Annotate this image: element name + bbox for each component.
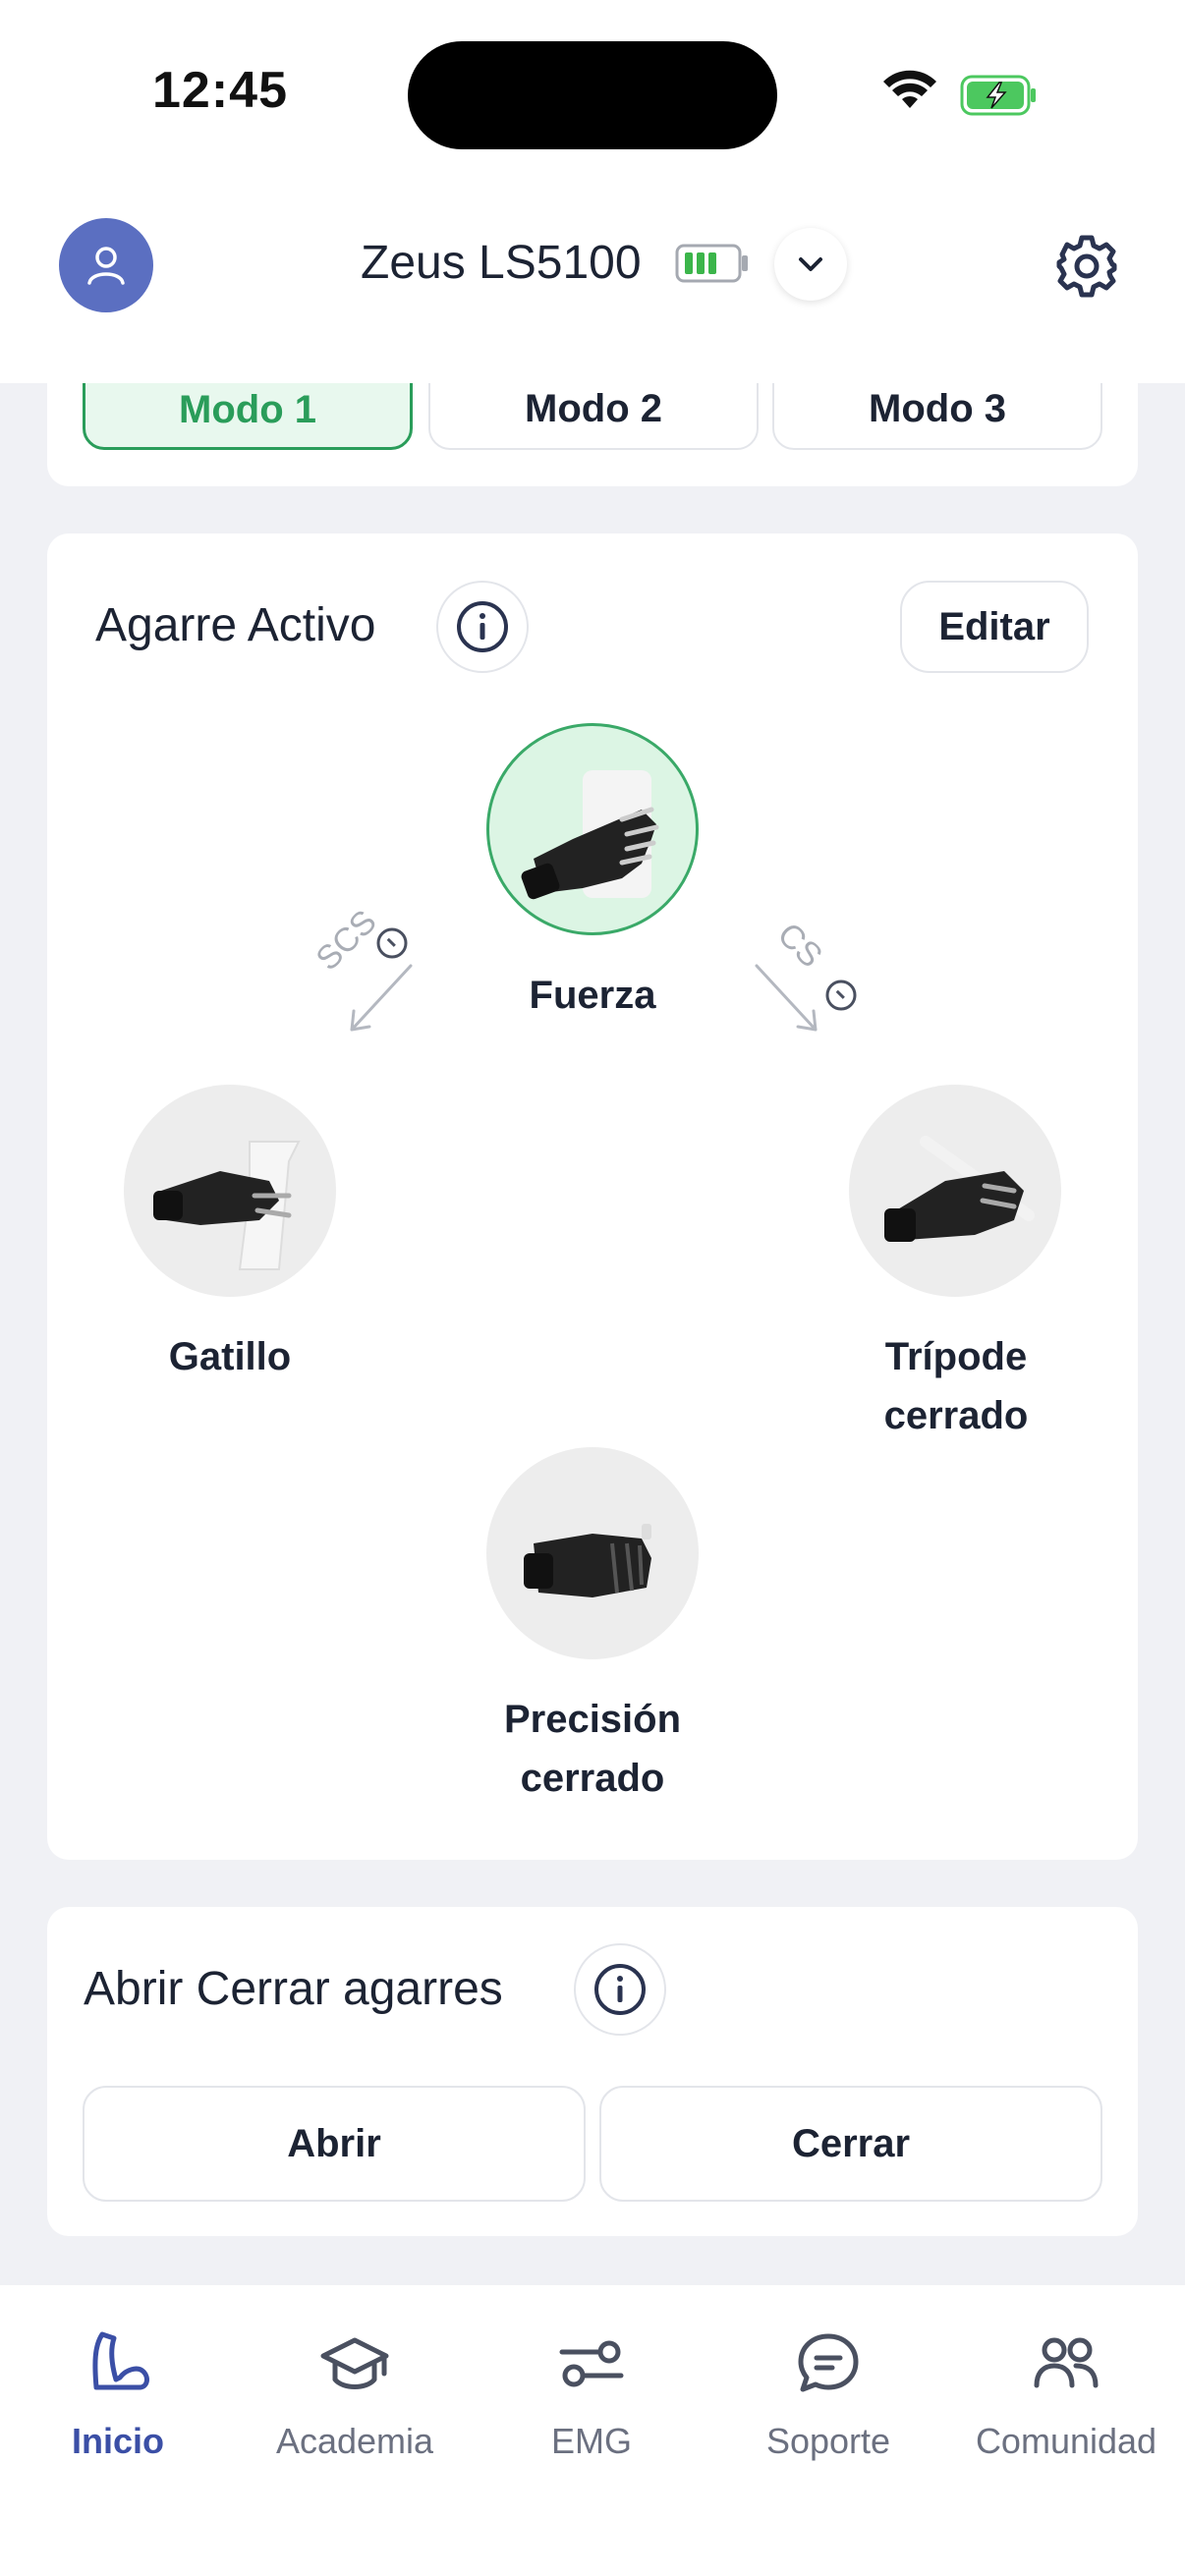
chevron-down-icon	[799, 257, 822, 271]
nav-item-soporte[interactable]: Soporte	[710, 2324, 946, 2462]
people-icon	[1034, 2337, 1099, 2388]
open-close-title: Abrir Cerrar agarres	[84, 1963, 503, 2015]
wifi-icon	[883, 70, 936, 108]
mode-3-button[interactable]: Modo 3	[772, 383, 1102, 450]
nav-item-comunidad[interactable]: Comunidad	[948, 2324, 1184, 2462]
nav-item-emg[interactable]: EMG	[474, 2324, 709, 2462]
active-grip-card: Agarre Activo Editar Fuerza SCS CS Gatil…	[47, 533, 1138, 1860]
status-time: 12:45	[152, 62, 288, 119]
scs-arrow-icon	[350, 964, 413, 1032]
grip-tripode-line2: cerrado	[883, 1394, 1029, 1437]
open-grip-button[interactable]: Abrir	[83, 2086, 586, 2202]
open-close-info-button[interactable]	[574, 1943, 666, 2036]
scs-info-icon[interactable]	[374, 925, 410, 961]
info-icon	[594, 1964, 646, 2015]
nav-label-emg: EMG	[550, 2421, 632, 2461]
settings-gear-icon[interactable]	[1053, 232, 1120, 299]
bottom-navigation: Inicio Academia EMG Soporte Comunidad	[0, 2285, 1185, 2576]
profile-avatar-button[interactable]	[59, 218, 153, 312]
mode-1-button[interactable]: Modo 1	[83, 383, 413, 450]
grip-precision-line2: cerrado	[520, 1757, 665, 1800]
open-close-card: Abrir Cerrar agarres Abrir Cerrar	[47, 1907, 1138, 2236]
grip-tripode-line1: Trípode	[884, 1335, 1028, 1378]
nav-item-inicio[interactable]: Inicio	[0, 2324, 236, 2462]
tripod-grip-hand-icon	[884, 1136, 1035, 1242]
device-battery-icon	[675, 244, 748, 283]
edit-grips-button[interactable]: Editar	[900, 581, 1089, 673]
arm-icon	[92, 2331, 149, 2390]
nav-item-academia[interactable]: Academia	[237, 2324, 473, 2462]
trigger-grip-hand-icon	[153, 1141, 301, 1270]
nav-label-inicio: Inicio	[71, 2421, 164, 2461]
grip-precision-cerrado-label: Precisión cerrado	[445, 1690, 740, 1808]
nav-label-comunidad: Comunidad	[975, 2421, 1157, 2461]
grip-fuerza-label: Fuerza	[529, 974, 656, 1017]
grip-gatillo-button[interactable]	[124, 1085, 336, 1297]
info-icon	[457, 601, 508, 652]
grip-precision-line1: Precisión	[503, 1698, 682, 1741]
active-grip-title: Agarre Activo	[95, 599, 376, 651]
device-name: Zeus LS5100	[361, 237, 642, 289]
grip-gatillo-label: Gatillo	[168, 1335, 292, 1378]
chat-bubble-icon	[798, 2333, 859, 2392]
nav-label-soporte: Soporte	[765, 2421, 891, 2461]
grip-precision-cerrado-button[interactable]	[486, 1447, 699, 1659]
device-selector-button[interactable]	[774, 228, 847, 301]
grip-fuerza-button[interactable]	[486, 723, 699, 935]
app-header: Zeus LS5100	[0, 187, 1185, 383]
sliders-icon	[559, 2340, 624, 2387]
mode-2-button[interactable]: Modo 2	[428, 383, 759, 450]
grip-tripode-cerrado-label: Trípode cerrado	[809, 1327, 1103, 1445]
active-grip-info-button[interactable]	[436, 581, 529, 673]
cs-info-icon[interactable]	[823, 978, 859, 1013]
grip-tripode-cerrado-button[interactable]	[849, 1085, 1061, 1297]
graduation-cap-icon	[320, 2337, 389, 2389]
power-grip-hand-icon	[521, 770, 659, 900]
close-grip-button[interactable]: Cerrar	[599, 2086, 1102, 2202]
dynamic-island	[408, 41, 777, 149]
status-bar: 12:45	[0, 0, 1185, 187]
cs-arrow-icon	[755, 964, 818, 1032]
mode-selector-card: Modo 1 Modo 2 Modo 3	[47, 383, 1138, 486]
user-icon	[87, 247, 125, 285]
nav-label-academia: Academia	[275, 2421, 434, 2461]
precision-grip-hand-icon	[524, 1524, 651, 1597]
battery-charging-icon	[960, 75, 1036, 116]
